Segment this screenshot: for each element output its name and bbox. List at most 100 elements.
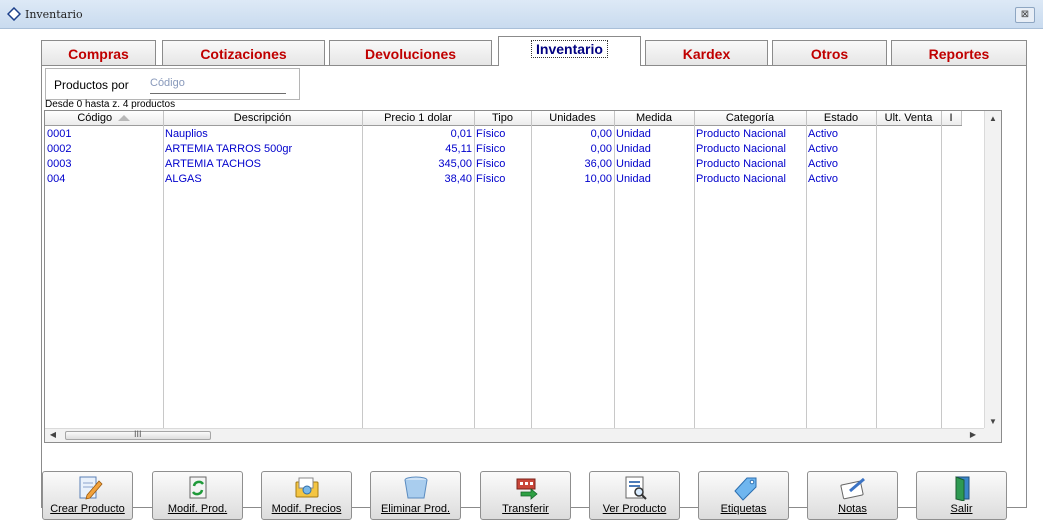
column-divider xyxy=(163,125,164,430)
horizontal-scroll-thumb[interactable]: III xyxy=(65,429,211,440)
cell-unidades: 10,00 xyxy=(584,172,612,185)
cell-categoria: Producto Nacional xyxy=(696,142,786,155)
col-header-ult-venta[interactable]: Ult. Venta xyxy=(876,111,942,126)
table-row[interactable]: 0001 Nauplios 0,01 Físico 0,00 Unidad Pr… xyxy=(45,126,961,142)
window-titlebar: Inventario ⊠ xyxy=(0,0,1043,29)
column-divider xyxy=(614,125,615,430)
crear-producto-label: Crear Producto xyxy=(50,503,125,515)
scroll-right-icon[interactable]: ▶ xyxy=(967,428,979,442)
cell-codigo: 0002 xyxy=(47,142,72,155)
cell-codigo: 0003 xyxy=(47,157,72,170)
col-header-unidades[interactable]: Unidades xyxy=(531,111,615,126)
column-divider xyxy=(474,125,475,430)
pencil-document-icon xyxy=(79,476,103,500)
sort-ascending-icon xyxy=(118,115,131,122)
crear-producto-button[interactable]: Crear Producto xyxy=(42,471,133,520)
column-divider xyxy=(806,125,807,430)
eliminar-prod-button[interactable]: Eliminar Prod. xyxy=(370,471,461,520)
refresh-document-icon xyxy=(189,476,207,499)
cell-extra xyxy=(941,126,961,142)
modif-precios-label: Modif. Precios xyxy=(271,503,342,515)
transferir-button[interactable]: Transferir xyxy=(480,471,571,520)
table-row[interactable]: 004 ALGAS 38,40 Físico 10,00 Unidad Prod… xyxy=(45,171,961,186)
window-close-button[interactable]: ⊠ xyxy=(1015,7,1035,23)
column-divider xyxy=(362,125,363,430)
column-divider xyxy=(876,125,877,430)
tab-reportes[interactable]: Reportes xyxy=(891,40,1027,65)
column-divider xyxy=(694,125,695,430)
app-diamond-icon xyxy=(7,7,21,21)
cell-medida: Unidad xyxy=(616,142,651,155)
range-status: Desde 0 hasta z. 4 productos xyxy=(45,99,176,110)
col-header-estado[interactable]: Estado xyxy=(806,111,877,126)
cell-tipo: Físico xyxy=(476,157,506,170)
col-header-descripcion[interactable]: Descripción xyxy=(163,111,363,126)
cell-estado: Activo xyxy=(808,172,838,185)
cell-unidades: 36,00 xyxy=(584,157,612,170)
scroll-up-icon[interactable]: ▲ xyxy=(985,111,1001,127)
col-header-categoria[interactable]: Categoría xyxy=(694,111,807,126)
ver-producto-button[interactable]: Ver Producto xyxy=(589,471,680,520)
etiquetas-button[interactable]: Etiquetas xyxy=(698,471,789,520)
table-row[interactable]: 0003 ARTEMIA TACHOS 345,00 Físico 36,00 … xyxy=(45,156,961,171)
cell-medida: Unidad xyxy=(616,172,651,185)
modif-prod-button[interactable]: Modif. Prod. xyxy=(152,471,243,520)
products-table-body: Código Descripción Precio 1 dolar Tipo U… xyxy=(45,111,962,186)
notas-button[interactable]: Notas xyxy=(807,471,898,520)
salir-button[interactable]: Salir xyxy=(916,471,1007,520)
cell-tipo: Físico xyxy=(476,172,506,185)
cell-estado: Activo xyxy=(808,127,838,140)
cell-precio: 345,00 xyxy=(438,157,472,170)
cell-codigo: 0001 xyxy=(47,127,72,140)
cell-codigo: 004 xyxy=(47,172,66,185)
col-header-extra[interactable]: I xyxy=(941,111,962,126)
col-header-tipo[interactable]: Tipo xyxy=(474,111,532,126)
tag-icon xyxy=(734,477,757,501)
col-header-precio[interactable]: Precio 1 dolar xyxy=(362,111,475,126)
col-header-medida[interactable]: Medida xyxy=(614,111,695,126)
tab-devoluciones[interactable]: Devoluciones xyxy=(329,40,492,65)
products-table: Código Descripción Precio 1 dolar Tipo U… xyxy=(44,110,1002,443)
column-divider xyxy=(531,125,532,430)
modif-precios-button[interactable]: Modif. Precios xyxy=(261,471,352,520)
tab-compras[interactable]: Compras xyxy=(41,40,156,65)
cell-tipo: Físico xyxy=(476,127,506,140)
tab-kardex[interactable]: Kardex xyxy=(645,40,768,65)
cell-categoria: Producto Nacional xyxy=(696,157,786,170)
cell-ult-venta xyxy=(876,156,941,171)
window-title: Inventario xyxy=(25,8,83,21)
cell-descripcion: ALGAS xyxy=(165,172,202,185)
tab-otros[interactable]: Otros xyxy=(772,40,887,65)
view-document-icon xyxy=(625,476,647,500)
column-divider xyxy=(941,125,942,430)
trash-bin-icon xyxy=(404,476,428,499)
col-header-codigo[interactable]: Código xyxy=(45,111,164,126)
cell-descripcion: ARTEMIA TARROS 500gr xyxy=(165,142,293,155)
cell-categoria: Producto Nacional xyxy=(696,127,786,140)
cell-descripcion: ARTEMIA TACHOS xyxy=(165,157,261,170)
modif-prod-label: Modif. Prod. xyxy=(167,503,228,515)
cell-medida: Unidad xyxy=(616,157,651,170)
cell-estado: Activo xyxy=(808,157,838,170)
vertical-scrollbar[interactable]: ▲ ▼ xyxy=(984,111,1001,430)
notes-icon xyxy=(840,477,865,500)
scroll-left-icon[interactable]: ◀ xyxy=(47,428,59,442)
salir-label: Salir xyxy=(950,503,973,515)
horizontal-scrollbar[interactable]: ◀ III ▶ xyxy=(45,428,985,442)
table-header-row: Código Descripción Precio 1 dolar Tipo U… xyxy=(45,111,962,126)
transferir-label: Transferir xyxy=(502,503,549,515)
cell-estado: Activo xyxy=(808,142,838,155)
tab-cotizaciones[interactable]: Cotizaciones xyxy=(162,40,325,65)
exit-door-icon xyxy=(955,476,970,501)
cell-categoria: Producto Nacional xyxy=(696,172,786,185)
scroll-corner xyxy=(984,428,1001,442)
cell-descripcion: Nauplios xyxy=(165,127,208,140)
scroll-grip-icon: III xyxy=(134,429,142,439)
filter-input[interactable] xyxy=(150,73,286,94)
cell-precio: 38,40 xyxy=(444,172,472,185)
table-row[interactable]: 0002 ARTEMIA TARROS 500gr 45,11 Físico 0… xyxy=(45,141,961,156)
ver-producto-label: Ver Producto xyxy=(602,503,667,515)
tab-inventario[interactable]: Inventario xyxy=(498,36,641,66)
cell-precio: 0,01 xyxy=(450,127,472,140)
cell-extra xyxy=(941,156,961,171)
